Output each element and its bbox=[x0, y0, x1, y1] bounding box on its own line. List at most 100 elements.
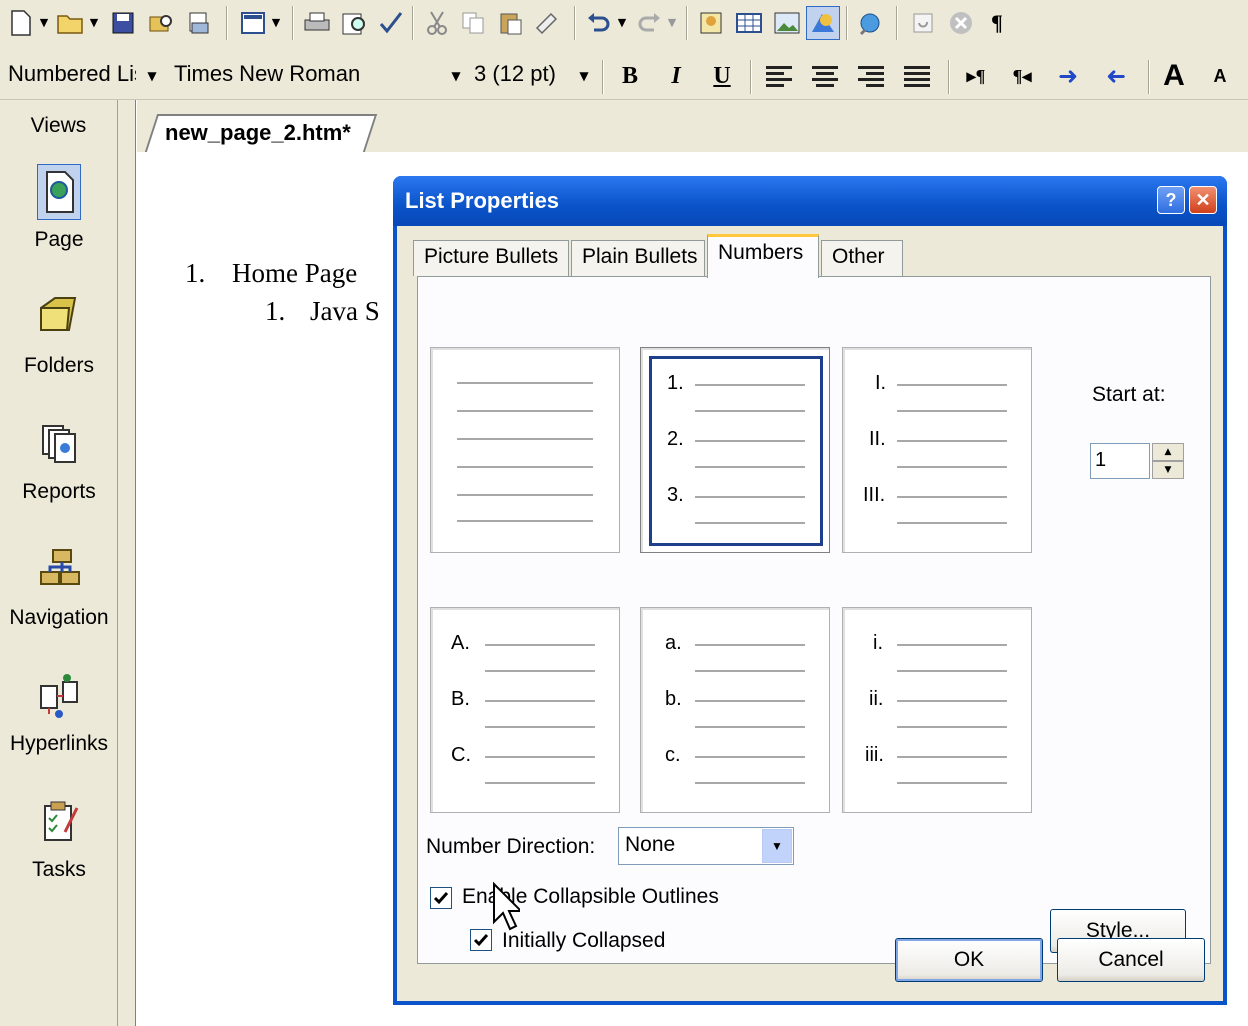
view-reports[interactable]: Reports bbox=[0, 416, 118, 504]
insert-layer-icon[interactable] bbox=[694, 6, 728, 40]
initially-collapsed-label[interactable]: Initially Collapsed bbox=[502, 929, 665, 953]
toolbar-separator bbox=[226, 6, 228, 40]
rtl-direction-icon[interactable]: ¶◂ bbox=[1006, 60, 1038, 92]
increase-indent-icon[interactable]: ➜ bbox=[1052, 60, 1084, 92]
view-folders[interactable]: Folders bbox=[0, 290, 118, 378]
close-button[interactable]: ✕ bbox=[1189, 186, 1217, 214]
view-page[interactable]: Page bbox=[0, 164, 118, 252]
bold-button[interactable]: B bbox=[614, 60, 646, 92]
paragraph-style-select[interactable]: Numbered Lis bbox=[4, 58, 136, 94]
paste-icon[interactable] bbox=[494, 6, 528, 40]
print-preview-icon[interactable] bbox=[338, 6, 372, 40]
list-number: 1. bbox=[265, 296, 286, 326]
open-dropdown-icon[interactable]: ▼ bbox=[88, 12, 100, 32]
list-item[interactable]: 1. Home Page bbox=[185, 258, 357, 289]
chevron-down-icon[interactable]: ▼ bbox=[762, 829, 792, 863]
align-left-icon[interactable] bbox=[766, 64, 792, 88]
print-icon[interactable] bbox=[300, 6, 334, 40]
dialog-titlebar[interactable]: List Properties ? ✕ bbox=[393, 176, 1227, 226]
insert-picture-icon[interactable] bbox=[770, 6, 804, 40]
stop-icon[interactable] bbox=[944, 6, 978, 40]
tab-picture-bullets[interactable]: Picture Bullets bbox=[413, 240, 569, 276]
italic-button[interactable]: I bbox=[660, 60, 692, 92]
cut-icon[interactable] bbox=[420, 6, 454, 40]
publish-icon[interactable] bbox=[182, 6, 216, 40]
decrease-indent-icon[interactable]: ➜ bbox=[1100, 60, 1132, 92]
style-swatch-upper-alpha[interactable]: A. B. C. bbox=[430, 607, 620, 813]
tab-numbers[interactable]: Numbers bbox=[707, 234, 819, 278]
view-label: Hyperlinks bbox=[9, 732, 109, 755]
align-right-icon[interactable] bbox=[858, 64, 884, 88]
drawing-icon[interactable] bbox=[806, 6, 840, 40]
open-folder-icon[interactable] bbox=[54, 6, 88, 40]
hyperlink-icon[interactable] bbox=[854, 6, 888, 40]
cancel-button[interactable]: Cancel bbox=[1057, 938, 1205, 982]
style-swatch-lower-roman[interactable]: i. ii. iii. bbox=[842, 607, 1032, 813]
toolbar-separator bbox=[686, 6, 688, 40]
help-button[interactable]: ? bbox=[1157, 186, 1185, 214]
views-header: Views bbox=[0, 100, 118, 152]
dialog-body: Picture Bullets Plain Bullets Numbers Ot… bbox=[397, 226, 1223, 1001]
spin-up-icon[interactable]: ▲ bbox=[1152, 443, 1184, 461]
views-splitter[interactable] bbox=[118, 100, 136, 1026]
view-navigation[interactable]: Navigation bbox=[0, 542, 118, 630]
redo-dropdown-icon[interactable]: ▼ bbox=[666, 12, 678, 32]
ok-button[interactable]: OK bbox=[895, 938, 1043, 982]
view-label: Tasks bbox=[32, 858, 86, 881]
undo-dropdown-icon[interactable]: ▼ bbox=[616, 12, 628, 32]
toolbar-separator bbox=[750, 60, 752, 94]
underline-button[interactable]: U bbox=[706, 60, 738, 92]
toolbar-separator bbox=[292, 6, 294, 40]
ltr-direction-icon[interactable]: ▸¶ bbox=[960, 60, 992, 92]
view-hyperlinks[interactable]: Hyperlinks bbox=[0, 668, 118, 756]
grow-font-button[interactable]: A bbox=[1158, 59, 1190, 92]
format-painter-icon[interactable] bbox=[530, 6, 564, 40]
style-swatch-none[interactable] bbox=[430, 347, 620, 553]
style-swatch-lower-alpha[interactable]: a. b. c. bbox=[640, 607, 830, 813]
copy-icon[interactable] bbox=[456, 6, 490, 40]
web-component-dropdown-icon[interactable]: ▼ bbox=[270, 12, 282, 32]
align-center-icon[interactable] bbox=[812, 64, 838, 88]
view-tasks[interactable]: Tasks bbox=[0, 794, 118, 882]
number-direction-select[interactable]: None ▼ bbox=[618, 827, 794, 865]
chevron-down-icon[interactable]: ▼ bbox=[444, 58, 468, 94]
new-page-icon[interactable] bbox=[4, 6, 38, 40]
views-bar: Page Folders Reports Navigation Hyperlin… bbox=[0, 152, 118, 1026]
number-direction-value: None bbox=[625, 833, 676, 856]
document-tab[interactable]: new_page_2.htm* bbox=[144, 114, 378, 152]
redo-icon[interactable] bbox=[632, 6, 666, 40]
insert-table-icon[interactable] bbox=[732, 6, 766, 40]
start-at-input[interactable]: 1 bbox=[1090, 443, 1150, 479]
web-component-icon[interactable] bbox=[236, 6, 270, 40]
standard-toolbar: ▼ ▼ ▼ ▼ ▼ ¶ bbox=[0, 0, 1248, 52]
initially-collapsed-checkbox[interactable] bbox=[470, 929, 492, 951]
refresh-icon[interactable] bbox=[906, 6, 940, 40]
tab-other[interactable]: Other bbox=[821, 240, 903, 276]
numbers-tab-panel: 1. 2. 3. I. II. III. A. B. C. a. b. c. i… bbox=[417, 276, 1211, 964]
shrink-font-button[interactable]: A bbox=[1204, 60, 1236, 92]
justify-icon[interactable] bbox=[904, 64, 930, 88]
tasks-icon bbox=[37, 794, 81, 850]
font-name-select[interactable]: Times New Roman bbox=[168, 58, 440, 94]
spin-down-icon[interactable]: ▼ bbox=[1152, 461, 1184, 479]
view-label: Reports bbox=[22, 480, 96, 503]
toolbar-separator bbox=[896, 6, 898, 40]
style-swatch-decimal[interactable]: 1. 2. 3. bbox=[640, 347, 830, 553]
style-swatch-upper-roman[interactable]: I. II. III. bbox=[842, 347, 1032, 553]
show-all-icon[interactable]: ¶ bbox=[980, 6, 1014, 40]
view-label: Folders bbox=[23, 354, 95, 377]
list-item-text: Java S bbox=[310, 296, 380, 326]
toolbar-separator bbox=[574, 6, 576, 40]
toolbar-separator bbox=[602, 60, 604, 94]
save-icon[interactable] bbox=[106, 6, 140, 40]
spelling-icon[interactable] bbox=[374, 6, 408, 40]
chevron-down-icon[interactable]: ▼ bbox=[140, 58, 164, 94]
undo-icon[interactable] bbox=[582, 6, 616, 40]
list-item[interactable]: 1. Java S bbox=[265, 296, 380, 327]
font-size-select[interactable]: 3 (12 pt) bbox=[468, 58, 576, 94]
tab-plain-bullets[interactable]: Plain Bullets bbox=[571, 240, 705, 276]
enable-collapsible-checkbox[interactable] bbox=[430, 887, 452, 909]
new-dropdown-icon[interactable]: ▼ bbox=[38, 12, 50, 32]
search-folder-icon[interactable] bbox=[144, 6, 178, 40]
chevron-down-icon[interactable]: ▼ bbox=[572, 58, 596, 94]
